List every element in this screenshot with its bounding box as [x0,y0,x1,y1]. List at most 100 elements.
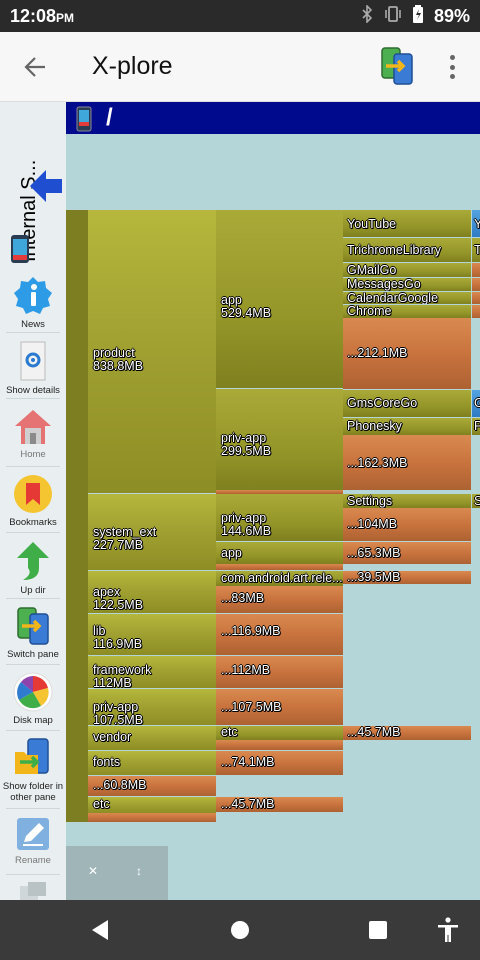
files-block[interactable] [216,740,343,750]
sidebar-item-label: Disk map [13,715,53,726]
files-block[interactable] [216,564,343,570]
root-folder-block[interactable] [66,210,88,822]
folder-block-youtube-child[interactable]: Y [472,210,480,237]
folder-size: 112MB [93,676,132,689]
folder-block-gmailgo[interactable]: GMailGo [343,263,471,277]
sidebar-item-show-folder-in-other-pane[interactable]: Show folder in other pane [0,738,66,803]
divider [6,332,60,333]
more-dot-icon [449,55,455,60]
folder-block-youtube[interactable]: YouTube [343,210,471,237]
bookmark-icon [14,475,52,513]
folder-size: 227.7MB [93,538,144,552]
files-label: ... [221,700,232,714]
folder-name: com.android.art.rele... [221,571,343,585]
folder-block-phonesky[interactable]: Phonesky [343,418,471,435]
files-block[interactable]: ...45.7MB [343,726,471,740]
files-block[interactable] [472,263,480,277]
sidebar-item-home[interactable]: Home [0,408,66,460]
nav-back-button[interactable] [84,914,116,946]
files-block[interactable]: ...212.1MB [343,318,471,389]
sidebar-item-bookmarks[interactable]: Bookmarks [0,474,66,528]
nav-home-button[interactable] [224,914,256,946]
back-button[interactable] [14,46,56,88]
files-block[interactable] [472,305,480,318]
sidebar-item-label: Show folder in other pane [2,781,64,803]
more-options-button[interactable] [440,52,464,82]
folder-block-phonesky-child[interactable]: P [472,418,480,435]
files-block[interactable]: ...107.5MB [216,689,343,725]
files-size: 74.1MB [231,755,275,769]
sidebar-item-rename[interactable]: Rename [0,816,66,866]
nav-recents-button[interactable] [362,914,394,946]
pane-tab[interactable]: Internal S... [0,102,66,270]
sidebar-item-label: Rename [15,855,51,866]
folder-block-vendor-etc[interactable]: etc [216,726,343,740]
back-triangle-icon [92,920,108,940]
folder-size: 107.5MB [93,713,144,726]
folder-block-product-priv-app[interactable]: priv-app 299.5MB [216,389,343,490]
files-size: 60.8MB [103,778,147,792]
battery-percent: 89% [433,6,470,26]
folder-block-trichrome-child[interactable]: T [472,238,480,262]
folder-block-etc[interactable]: etc [88,797,216,813]
files-block[interactable]: ...162.3MB [343,435,471,490]
folder-block-priv-app[interactable]: priv-app 107.5MB [88,689,216,725]
folder-block-gmscorego[interactable]: GmsCoreGo [343,390,471,417]
folder-name: priv-app [221,511,267,525]
files-block[interactable]: ...116.9MB [216,614,343,655]
folder-block-product[interactable]: product 838.8MB [88,210,216,493]
details-icon [20,341,46,381]
sidebar-item-up-dir[interactable]: Up dir [0,540,66,596]
sidebar-item-news[interactable]: News [0,276,66,330]
app-bar: X-plore [0,32,480,102]
files-block[interactable]: ...60.8MB [88,776,216,796]
sidebar-item-disk-map[interactable]: Disk map [0,672,66,726]
folder-name: system_ext [93,525,157,539]
folder-size: 838.8MB [93,359,144,373]
folder-block-settings-child[interactable]: S [472,494,480,508]
folder-block-product-app[interactable]: app 529.4MB [216,210,343,388]
sidebar-item-show-details[interactable]: Show details [0,340,66,396]
folder-block-chrome[interactable]: Chrome [343,305,471,318]
home-icon [15,410,51,444]
copy-icon[interactable] [18,882,50,900]
accessibility-icon [438,917,458,942]
files-block[interactable]: ...74.1MB [216,751,343,775]
files-block[interactable] [88,813,216,822]
folder-name: Chrome [347,305,392,318]
accessibility-button[interactable] [432,914,464,946]
folder-block-system-ext[interactable]: system_ext 227.7MB [88,494,216,570]
files-block[interactable]: ...39.5MB [343,571,471,584]
folder-block-calendargoogle[interactable]: CalendarGoogle [343,292,471,304]
path-bar: / [66,102,480,134]
files-block[interactable]: ...112MB [216,656,343,688]
close-icon[interactable]: ✕ [88,864,98,878]
folder-block-system-ext-priv-app[interactable]: priv-app 144.6MB [216,494,343,541]
folder-block-messagesgo[interactable]: MessagesGo [343,278,471,291]
folder-block-vendor[interactable]: vendor [88,726,216,750]
switch-pane-button[interactable] [380,46,414,86]
folder-block-lib[interactable]: lib 116.9MB [88,614,216,655]
folder-block-gmscorego-child[interactable]: G [472,390,480,417]
sidebar-item-switch-pane[interactable]: Switch pane [0,606,66,660]
battery-icon [412,5,424,28]
folder-block-apex[interactable]: apex 122.5MB [88,571,216,613]
files-label: ... [347,546,358,560]
files-block[interactable]: ...45.7MB [216,797,343,812]
folder-block-trichromelibrary[interactable]: TrichromeLibrary [343,238,471,262]
files-block[interactable] [472,292,480,304]
sidebar-item-label: Home [20,449,46,460]
folder-block-com-android-art[interactable]: com.android.art.rele... [216,571,343,586]
folder-block-settings[interactable]: Settings [343,494,471,508]
files-block[interactable]: ...83MB [216,586,343,613]
info-icon [14,277,52,314]
current-path: / [106,104,113,131]
folder-block-system-ext-app[interactable]: app [216,542,343,564]
files-block[interactable]: ...104MB [343,508,471,541]
folder-block-framework[interactable]: framework 112MB [88,656,216,688]
files-block[interactable] [472,278,480,291]
files-label: ... [347,456,358,470]
folder-block-fonts[interactable]: fonts [88,751,216,775]
files-block[interactable]: ...65.3MB [343,542,471,564]
resize-icon[interactable]: ↕ [136,864,142,878]
